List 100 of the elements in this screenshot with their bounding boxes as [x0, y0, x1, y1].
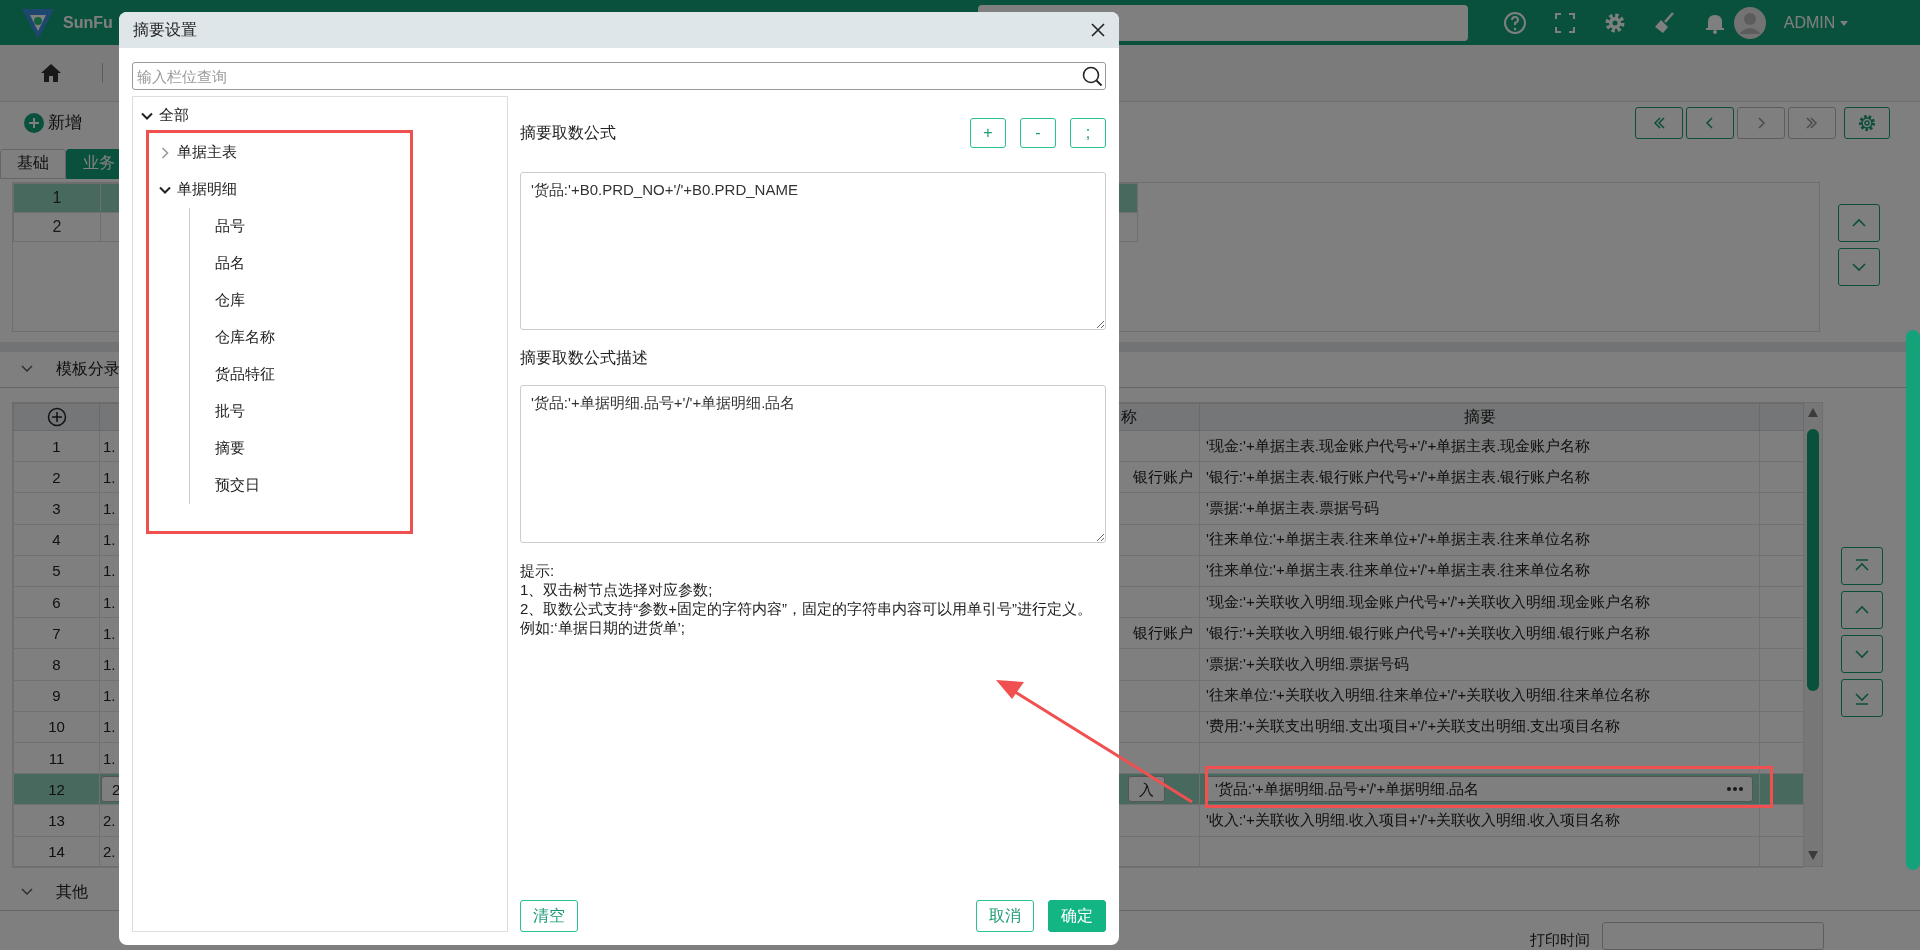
- table-cell: '票据:'+单据主表.票据号码: [1206, 499, 1379, 517]
- table-cell: '收入:'+关联收入明细.收入项目+'/'+关联收入明细.收入项目名称: [1206, 810, 1621, 828]
- table-cell: 1.: [103, 531, 116, 549]
- ellipsis-icon[interactable]: [1726, 786, 1744, 793]
- table-cell: 1.: [103, 624, 116, 642]
- row-number[interactable]: 8: [13, 648, 100, 681]
- field-label: 摘要取数公式: [520, 122, 616, 143]
- logo-text: SunFu: [63, 13, 113, 32]
- tree-item[interactable]: 仓库名称: [215, 319, 507, 356]
- first-page-icon[interactable]: [1651, 114, 1667, 131]
- tree-label: 品号: [215, 217, 245, 236]
- description-field[interactable]: '货品:'+单据明细.品号+'/'+单据明细.品名: [520, 385, 1106, 543]
- section-title[interactable]: 模板分录: [56, 358, 120, 380]
- tab[interactable]: 基础: [0, 148, 66, 179]
- tree-label: 摘要: [215, 439, 245, 458]
- tree-item[interactable]: 货品特征: [215, 356, 507, 393]
- input-field[interactable]: [1602, 922, 1824, 950]
- table-cell: '银行:'+关联收入明细.银行账户代号+'/'+关联收入明细.银行账户名称: [1206, 623, 1651, 641]
- tree-label: 全部: [159, 106, 189, 125]
- cell-field[interactable]: 入: [1128, 776, 1165, 803]
- tree-label: 单据主表: [177, 143, 237, 162]
- row-number[interactable]: 5: [13, 555, 100, 587]
- table-cell: '往来单位:'+单据主表.往来单位+'/'+单据主表.往来单位名称: [1206, 561, 1591, 579]
- settings-icon: [1857, 112, 1877, 133]
- operator-button[interactable]: +: [970, 118, 1006, 148]
- search-field[interactable]: 输入栏位查询: [132, 62, 1106, 90]
- close-icon[interactable]: [1091, 23, 1105, 37]
- move-down-button[interactable]: [1841, 635, 1883, 674]
- tree-label: 品名: [215, 254, 245, 273]
- row-number[interactable]: 1: [13, 183, 101, 213]
- tree-item[interactable]: 单据主表: [159, 134, 507, 171]
- table-cell: 1.: [103, 500, 116, 518]
- move-down-button[interactable]: [1838, 247, 1880, 286]
- table-cell: 1.: [103, 656, 116, 673]
- row-number[interactable]: 2: [13, 461, 100, 493]
- add-button[interactable]: 新增: [24, 111, 82, 135]
- settings-button[interactable]: [1844, 106, 1890, 139]
- table-cell: 1.: [103, 718, 116, 736]
- operator-button[interactable]: ;: [1070, 118, 1106, 148]
- tree-item[interactable]: 品名: [215, 245, 507, 282]
- formula-field[interactable]: '货品:'+B0.PRD_NO+'/'+B0.PRD_NAME: [520, 172, 1106, 330]
- hint-text: 2、取数公式支持“参数+固定的字符内容”，固定的字符串内容可以用单引号”进行定义。例如:‘单据日期的进货单’;: [520, 599, 1094, 637]
- tree-label: 仓库名称: [215, 328, 275, 347]
- move-bottom-button[interactable]: [1841, 679, 1883, 718]
- field-value: '货品:'+单据明细.品号+'/'+单据明细.品名: [1215, 779, 1480, 799]
- first-page-button[interactable]: [1635, 106, 1683, 139]
- section-title[interactable]: 其他: [56, 881, 88, 903]
- row-number[interactable]: 2: [13, 212, 101, 242]
- row-number[interactable]: 11: [13, 742, 100, 774]
- table-cell: '票据:'+关联收入明细.票据号码: [1206, 655, 1409, 672]
- tree-item[interactable]: 预交日: [215, 467, 507, 504]
- operator-button[interactable]: -: [1020, 118, 1056, 148]
- summary-field[interactable]: '货品:'+单据明细.品号+'/'+单据明细.品名: [1206, 776, 1753, 803]
- row-number[interactable]: 10: [13, 711, 100, 743]
- move-up-button[interactable]: [1838, 203, 1880, 242]
- row-number[interactable]: 4: [13, 524, 100, 556]
- avatar-icon[interactable]: [1733, 6, 1766, 39]
- table-cell: '往来单位:'+关联收入明细.往来单位+'/'+关联收入明细.往来单位名称: [1206, 686, 1651, 704]
- previous-button[interactable]: [1686, 106, 1734, 139]
- row-number[interactable]: 7: [13, 617, 100, 649]
- move-up-button[interactable]: [1841, 591, 1883, 630]
- field-label: 摘要取数公式描述: [520, 347, 648, 368]
- table-cell: 1.: [103, 687, 116, 705]
- tree-item[interactable]: 单据明细: [159, 171, 507, 208]
- cancel-button[interactable]: 取消: [976, 900, 1034, 932]
- home-icon[interactable]: [40, 62, 62, 85]
- clear-button[interactable]: 清空: [520, 900, 578, 932]
- table-cell: '费用:'+关联支出明细.支出项目+'/'+关联支出明细.支出项目名称: [1206, 717, 1621, 735]
- tree-item[interactable]: 批号: [215, 393, 507, 430]
- tree-label: 单据明细: [177, 180, 237, 199]
- tree-item[interactable]: 品号: [215, 208, 507, 245]
- table-cell: 1.: [103, 437, 116, 455]
- add-row-icon[interactable]: [46, 407, 67, 428]
- row-number[interactable]: 3: [13, 493, 100, 525]
- row-number[interactable]: 6: [13, 586, 100, 618]
- table-cell: 1.: [103, 468, 116, 486]
- caret-icon[interactable]: [1839, 18, 1850, 27]
- tree-item[interactable]: 全部: [141, 97, 507, 134]
- row-number[interactable]: 1: [13, 430, 100, 462]
- row-number[interactable]: 9: [13, 680, 100, 712]
- tree-item[interactable]: 仓库: [215, 282, 507, 319]
- scrollbar[interactable]: [1906, 330, 1920, 870]
- tree-label: 仓库: [215, 291, 245, 310]
- table-cell: 1.: [103, 749, 116, 767]
- help-icon[interactable]: [1501, 9, 1528, 36]
- search-icon[interactable]: [1081, 65, 1103, 87]
- table-cell: '往来单位:'+单据主表.往来单位+'/'+单据主表.往来单位名称: [1206, 530, 1591, 548]
- tree-item[interactable]: 摘要: [215, 430, 507, 467]
- row-number[interactable]: 13: [13, 804, 100, 837]
- move-top-button[interactable]: [1841, 547, 1883, 586]
- chevron-right-icon[interactable]: [159, 146, 171, 159]
- table-cell: '现金:'+关联收入明细.现金账户代号+'/'+关联收入明细.现金账户名称: [1206, 592, 1651, 610]
- row-number[interactable]: 14: [13, 836, 100, 868]
- table-cell: '现金:'+单据主表.现金账户代号+'/'+单据主表.现金账户名称: [1206, 436, 1591, 454]
- confirm-button[interactable]: 确定: [1048, 900, 1106, 932]
- scrollbar[interactable]: [1804, 403, 1822, 867]
- table-cell: 1.: [103, 593, 116, 611]
- table-cell: 2.: [103, 843, 116, 861]
- row-number[interactable]: 12: [13, 773, 100, 805]
- tree-label: 货品特征: [215, 365, 275, 384]
